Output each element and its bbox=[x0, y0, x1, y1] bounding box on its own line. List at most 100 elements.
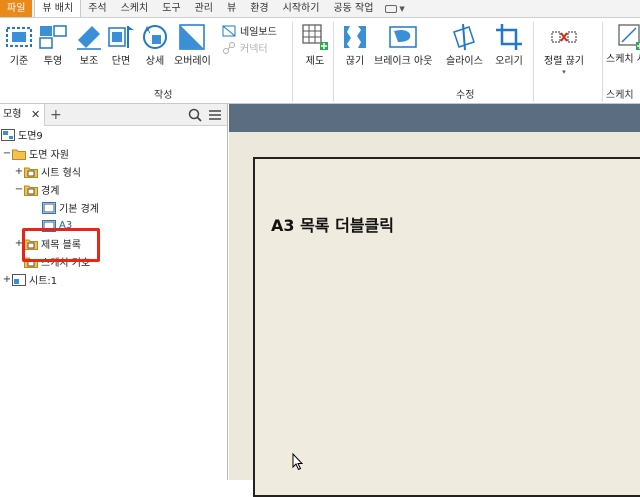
connector-button[interactable]: 커넥터 bbox=[222, 39, 277, 56]
auxiliary-view-button[interactable]: 보조 bbox=[74, 22, 104, 68]
break-label: 끊기 bbox=[345, 56, 365, 67]
group-label-sketch: 스케치 bbox=[606, 90, 634, 101]
projected-view-label: 투영 bbox=[43, 56, 63, 67]
menu-tab-file[interactable]: 파일 bbox=[0, 0, 33, 17]
tree-node-borders[interactable]: − 경계 bbox=[14, 181, 60, 198]
group-label-create: 작성 bbox=[154, 90, 173, 101]
slice-icon bbox=[453, 23, 476, 51]
expand-icon[interactable]: + bbox=[2, 274, 12, 285]
menu-tab-collaborate[interactable]: 공동 작업 bbox=[326, 0, 380, 17]
close-icon[interactable]: ✕ bbox=[31, 104, 40, 126]
tab-model-label: 모형 bbox=[3, 109, 22, 120]
tree-node-label: 경계 bbox=[41, 186, 60, 197]
tree-node-label: 도면 자원 bbox=[29, 150, 69, 161]
group-separator bbox=[333, 22, 334, 102]
folder-icon bbox=[24, 167, 38, 178]
overlay-view-button[interactable]: 오버레이 bbox=[174, 22, 211, 68]
nailboard-icon bbox=[222, 25, 236, 36]
tree-node-drawing-resources[interactable]: − 도면 자원 bbox=[2, 145, 69, 162]
overlay-view-label: 오버레이 bbox=[174, 56, 211, 67]
base-view-icon bbox=[6, 27, 32, 47]
crop-label: 오리기 bbox=[495, 56, 523, 67]
model-browser-panel: 모형 ✕ + 도면9 − 도면 자원 + 시트 형식 − 경계 기본 경계 A3… bbox=[0, 104, 228, 480]
canvas-header-bar bbox=[229, 104, 640, 132]
menu-tab-environments[interactable]: 환경 bbox=[243, 0, 275, 17]
collapse-icon[interactable]: − bbox=[2, 148, 12, 159]
tree-node-drawing[interactable]: 도면9 bbox=[1, 126, 43, 143]
group-separator bbox=[602, 22, 603, 102]
tree-node-default-border[interactable]: 기본 경계 bbox=[42, 199, 99, 216]
collapse-icon[interactable]: − bbox=[14, 184, 24, 195]
base-view-label: 기준 bbox=[9, 56, 29, 67]
slice-label: 슬라이스 bbox=[446, 56, 483, 67]
drawing-icon bbox=[1, 128, 15, 141]
menu-tab-view-layout[interactable]: 뷰 배치 bbox=[34, 0, 82, 17]
break-out-button[interactable]: 브레이크 아웃 bbox=[374, 22, 432, 68]
border-icon bbox=[42, 201, 56, 214]
detail-view-button[interactable]: A 상세 bbox=[140, 22, 170, 68]
ribbon-display-toggle[interactable]: ▼ bbox=[380, 0, 409, 17]
auxiliary-view-icon bbox=[77, 26, 101, 50]
detail-view-icon: A bbox=[143, 25, 167, 49]
start-sketch-button[interactable]: 스케치 시작 bbox=[606, 22, 640, 66]
connector-icon bbox=[223, 41, 235, 54]
tree-node-label: 도면9 bbox=[18, 131, 43, 142]
section-view-icon bbox=[108, 26, 134, 48]
tree-node-sheet-1[interactable]: + 시트:1 bbox=[2, 271, 57, 288]
break-alignment-button[interactable]: 정렬 끊기 ▾ bbox=[544, 22, 584, 76]
instruction-annotation: A3 목록 더블클릭 bbox=[271, 216, 394, 235]
detail-view-label: 상세 bbox=[145, 56, 165, 67]
chevron-down-icon: ▾ bbox=[562, 68, 566, 76]
break-icon bbox=[344, 26, 366, 48]
break-button[interactable]: 끊기 bbox=[340, 22, 370, 68]
projected-view-icon bbox=[39, 25, 67, 49]
group-separator bbox=[292, 22, 293, 102]
folder-icon bbox=[12, 149, 26, 160]
section-view-button[interactable]: 단면 bbox=[106, 22, 136, 68]
drafting-button[interactable]: 제도 bbox=[300, 22, 330, 68]
menu-icon[interactable] bbox=[208, 108, 222, 122]
menu-tab-view[interactable]: 뷰 bbox=[220, 0, 243, 17]
drafting-label: 제도 bbox=[305, 56, 325, 67]
slice-button[interactable]: 슬라이스 bbox=[446, 22, 483, 68]
crop-icon bbox=[496, 24, 522, 50]
break-alignment-label: 정렬 끊기 bbox=[544, 56, 584, 67]
svg-text:A: A bbox=[144, 26, 151, 36]
tree-node-label: 시트:1 bbox=[29, 276, 58, 287]
group-label-modify: 수정 bbox=[456, 90, 475, 101]
mouse-cursor-icon bbox=[292, 453, 304, 471]
tree-node-label: 기본 경계 bbox=[59, 204, 99, 215]
menu-bar: 파일 뷰 배치 주석 스케치 도구 관리 뷰 환경 시작하기 공동 작업 ▼ bbox=[0, 0, 640, 18]
search-icon[interactable] bbox=[188, 108, 202, 122]
menu-tab-tools[interactable]: 도구 bbox=[155, 0, 187, 17]
break-alignment-icon bbox=[551, 31, 577, 43]
panel-tabs: 모형 ✕ + bbox=[0, 104, 227, 126]
menu-tab-annotate[interactable]: 주석 bbox=[81, 0, 113, 17]
panel-display-icon bbox=[385, 4, 398, 13]
start-sketch-label: 스케치 시작 bbox=[606, 54, 640, 65]
overlay-view-icon bbox=[179, 24, 206, 50]
break-out-icon bbox=[389, 26, 417, 48]
menu-tab-get-started[interactable]: 시작하기 bbox=[276, 0, 327, 17]
group-separator bbox=[533, 22, 534, 102]
folder-icon bbox=[24, 185, 38, 196]
tab-model[interactable]: 모형 ✕ bbox=[0, 104, 45, 126]
nailboard-label: 네일보드 bbox=[240, 27, 277, 38]
crop-button[interactable]: 오리기 bbox=[494, 22, 524, 68]
start-sketch-icon bbox=[617, 24, 640, 50]
sheet-icon bbox=[12, 273, 26, 286]
tree-node-sheet-formats[interactable]: + 시트 형식 bbox=[14, 163, 81, 180]
projected-view-button[interactable]: 투영 bbox=[38, 22, 68, 68]
add-tab-icon[interactable]: + bbox=[50, 104, 62, 126]
chevron-down-icon: ▼ bbox=[399, 4, 405, 13]
nailboard-button[interactable]: 네일보드 bbox=[222, 22, 277, 39]
highlight-annotation-box bbox=[22, 228, 100, 262]
drawing-sheet[interactable] bbox=[253, 157, 640, 497]
base-view-button[interactable]: 기준 bbox=[4, 22, 34, 68]
connector-label: 커넥터 bbox=[240, 44, 268, 55]
expand-icon[interactable]: + bbox=[14, 166, 24, 177]
small-buttons: 네일보드 커넥터 bbox=[222, 22, 277, 56]
menu-tab-manage[interactable]: 관리 bbox=[188, 0, 220, 17]
menu-tab-sketch[interactable]: 스케치 bbox=[114, 0, 156, 17]
ribbon: 기준 투영 보조 단면 A 상세 오버레이 네일보드 커넥터 작성 제도 끊기 … bbox=[0, 18, 640, 104]
